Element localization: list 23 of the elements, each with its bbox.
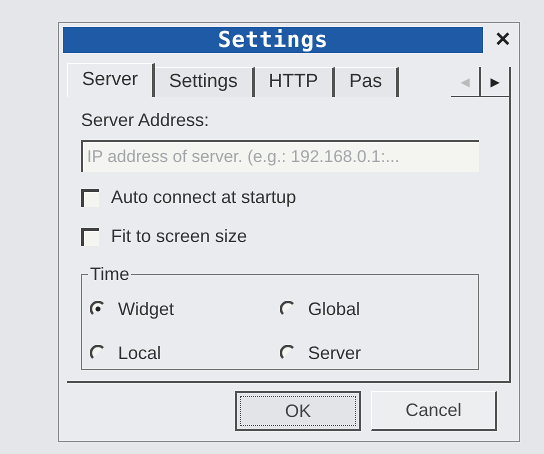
radio-label: Local — [118, 342, 162, 364]
radio-button[interactable] — [280, 301, 296, 317]
field-label: Server Address: — [81, 109, 210, 132]
radio-label: Widget — [118, 298, 174, 321]
checkbox[interactable] — [81, 188, 99, 206]
radio-button[interactable] — [90, 301, 106, 317]
radio-button[interactable] — [90, 345, 106, 361]
tab[interactable]: Server — [67, 63, 155, 97]
close-button[interactable]: ✕ — [491, 30, 515, 50]
dialog-button[interactable]: Cancel — [371, 391, 497, 431]
checkbox[interactable] — [81, 228, 99, 246]
tab[interactable]: Settings — [154, 67, 255, 97]
dialog-button[interactable]: OK — [235, 391, 361, 431]
window-title: Settings — [63, 27, 483, 53]
scroll-right-button[interactable]: ▶ — [481, 67, 511, 96]
checkbox-label: Fit to screen size — [111, 225, 248, 248]
checkbox-label: Auto connect at startup — [111, 186, 296, 209]
radio-button[interactable] — [280, 345, 296, 361]
tab[interactable]: HTTP — [254, 67, 336, 97]
tab[interactable]: Pas — [335, 67, 399, 97]
server-address-field[interactable]: IP address of server. (e.g.: 192.168.0.1:... — [81, 140, 479, 172]
radio-label: Global — [308, 298, 360, 320]
radio-label: Server — [308, 342, 362, 364]
